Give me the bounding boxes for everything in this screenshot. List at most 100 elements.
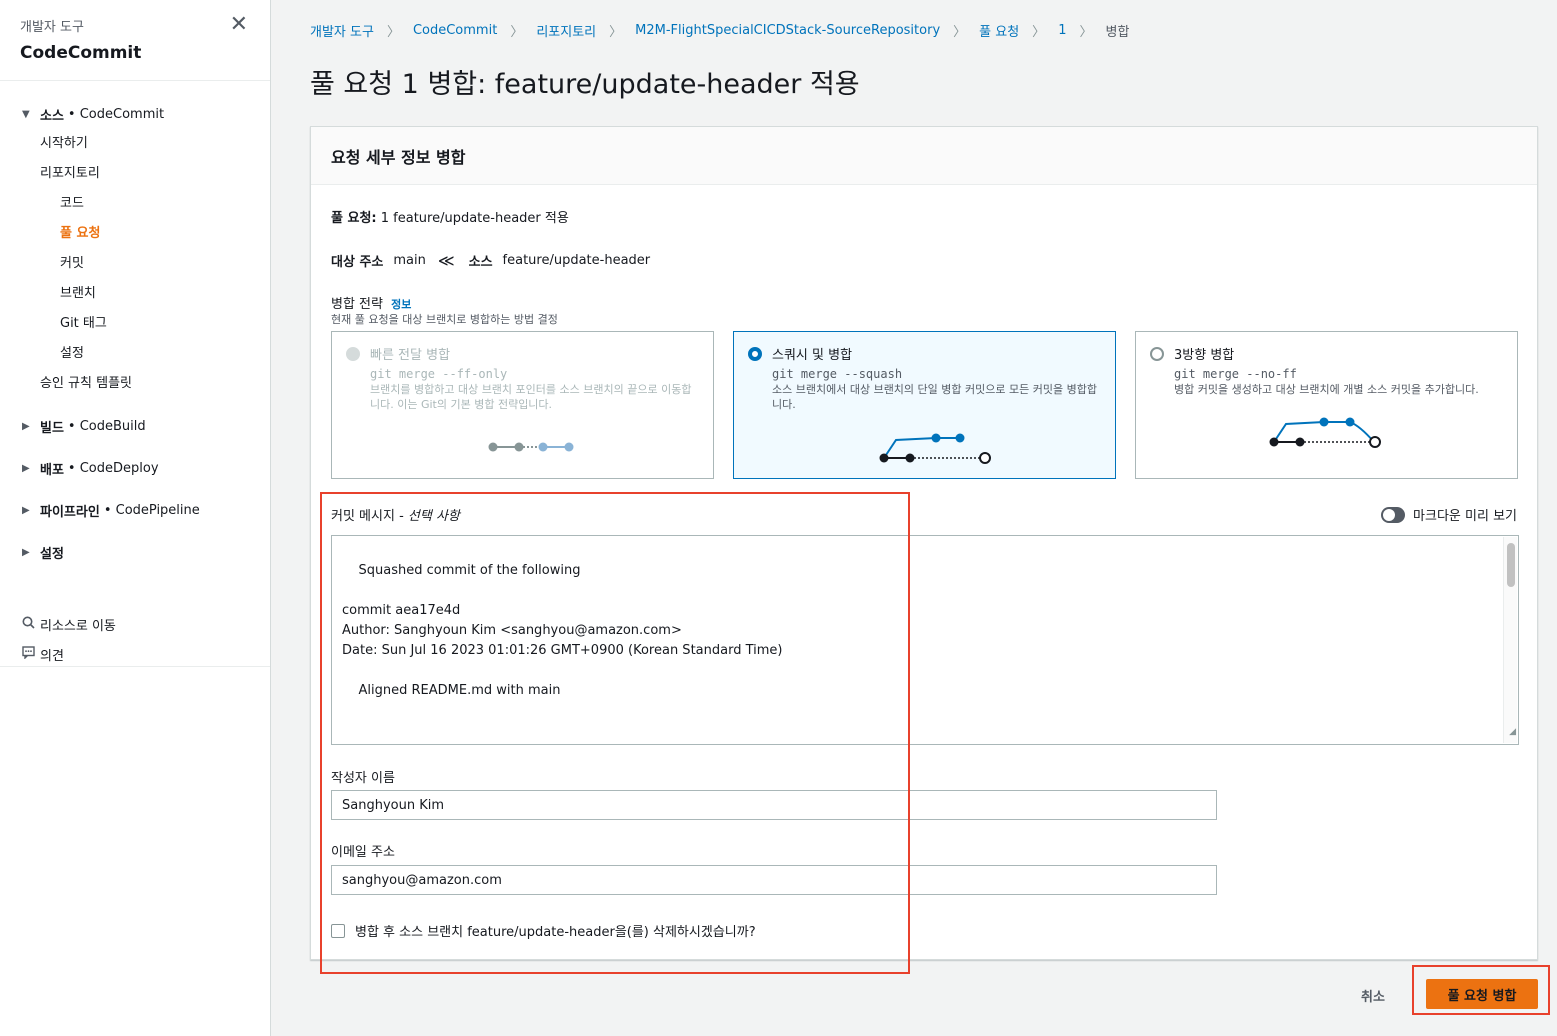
caret-down-icon: ▼ [22,108,30,120]
strategy-title: 3방향 병합 [1174,348,1235,363]
cancel-button[interactable]: 취소 [1346,980,1400,1010]
pull-request-value: 1 feature/update-header 적용 [380,211,569,226]
email-label: 이메일 주소 [331,845,395,860]
section-prefix: 배포 [40,462,64,478]
source-value: feature/update-header [502,253,651,268]
strategy-title: 빠른 전달 병합 [370,348,451,363]
sidebar-title[interactable]: CodeCommit [20,43,250,63]
caret-right-icon: ▶ [22,546,30,558]
panel-header: 요청 세부 정보 병합 [311,127,1537,185]
sidebar-item-approval-templates[interactable]: 승인 규칙 템플릿 [0,369,270,399]
info-link[interactable]: 정보 [391,298,411,311]
sidebar-item-repositories[interactable]: 리포지토리 [0,159,270,189]
section-prefix: 설정 [40,546,64,562]
caret-right-icon: ▶ [22,504,30,516]
sidebar-item-settings[interactable]: 설정 [0,339,270,369]
breadcrumb-codecommit[interactable]: CodeCommit [413,23,497,38]
commit-message-label: 커밋 메시지 - 선택 사항 [331,505,460,524]
fast-forward-diagram-icon [488,442,574,452]
strategy-description: 브랜치를 병합하고 대상 브랜치 포인터를 소스 브랜치의 끝으로 이동합니다.… [370,383,692,411]
chevron-right-icon: 〉 [1032,24,1046,40]
strategy-command: git merge --squash [772,367,903,381]
section-service: • CodeCommit [67,106,165,122]
delete-branch-checkbox[interactable] [331,923,345,938]
go-to-resource-link[interactable]: 리소스로 이동 [0,609,270,639]
divider [0,666,270,667]
merge-strategy-label: 병합 전략 정보 [331,293,411,312]
destination-value: main [393,253,426,268]
sidebar-section-source[interactable]: ▼ 소스 • CodeCommit [0,99,270,129]
panel-heading: 요청 세부 정보 병합 [331,147,466,167]
author-name-input[interactable]: Sanghyoun Kim [331,790,1217,820]
sidebar-item-pull-requests[interactable]: 풀 요청 [0,219,270,249]
merge-strategy-description: 현재 풀 요청을 대상 브랜치로 병합하는 방법 결정 [331,313,558,326]
sidebar-item-code[interactable]: 코드 [0,189,270,219]
delete-branch-label: 병합 후 소스 브랜치 feature/update-header을(를) 삭제… [355,925,756,940]
toggle-switch[interactable] [1381,506,1406,523]
go-to-resource-label: 리소스로 이동 [40,618,116,634]
pull-request-row: 풀 요청: 1 feature/update-header 적용 [331,207,569,226]
strategy-description: 소스 브랜치에서 대상 브랜치의 단일 병합 커밋으로 모든 커밋을 병합합니다… [772,383,1097,411]
commit-message-text: Squashed commit of the following commit … [342,563,783,744]
scrollbar-thumb[interactable] [1507,543,1515,587]
strategy-description: 병합 커밋을 생성하고 대상 브랜치에 개별 소스 커밋을 추가합니다. [1174,383,1479,396]
commit-message-textarea[interactable]: Squashed commit of the following commit … [331,535,1519,745]
sidebar-section-build[interactable]: ▶ 빌드 • CodeBuild [0,405,270,447]
strategy-title: 스쿼시 및 병합 [772,348,853,363]
source-label: 소스 [468,255,493,270]
three-way-diagram-icon [1269,417,1381,448]
side-navigation: 개발자 도구 CodeCommit ✕ ▼ 소스 • CodeCommit 시작… [0,0,271,1036]
sidebar-supertitle: 개발자 도구 [20,20,84,35]
delete-source-branch-option[interactable]: 병합 후 소스 브랜치 feature/update-header을(를) 삭제… [331,921,756,940]
strategy-command: git merge --ff-only [370,367,508,381]
commit-label-text: 커밋 메시지 - [331,509,408,524]
branches-row: 대상 주소 main ≪ 소스 feature/update-header [331,251,650,270]
email-input[interactable]: sanghyou@amazon.com [331,865,1217,895]
sidebar-item-git-tags[interactable]: Git 태그 [0,309,270,339]
chevron-right-icon: 〉 [386,24,400,40]
pull-request-label: 풀 요청: [331,211,377,226]
sidebar-item-getting-started[interactable]: 시작하기 [0,129,270,159]
sidebar-item-branches[interactable]: 브랜치 [0,279,270,309]
breadcrumb-repositories[interactable]: 리포지토리 [536,21,596,40]
chevron-right-icon: 〉 [953,24,967,40]
markdown-preview-label: 마크다운 미리 보기 [1413,509,1517,524]
section-service: • CodePipeline [103,502,200,518]
radio-selected-icon[interactable] [748,346,762,361]
section-prefix: 파이프라인 [40,504,100,520]
feedback-link[interactable]: 의견 [0,639,270,669]
breadcrumb-pull-requests[interactable]: 풀 요청 [979,21,1019,40]
strategy-label-text: 병합 전략 [331,297,383,312]
sidebar-section-deploy[interactable]: ▶ 배포 • CodeDeploy [0,447,270,489]
breadcrumb: 개발자 도구 〉 CodeCommit 〉 리포지토리 〉 M2M-Flight… [310,20,1129,40]
chevron-right-icon: 〉 [1079,24,1093,40]
sidebar-item-commits[interactable]: 커밋 [0,249,270,279]
feedback-label: 의견 [40,648,64,664]
breadcrumb-current: 병합 [1105,24,1130,40]
chevron-right-icon: 〉 [609,24,623,40]
destination-label: 대상 주소 [331,255,384,270]
section-service: • CodeBuild [67,418,146,434]
sidebar-section-pipeline[interactable]: ▶ 파이프라인 • CodePipeline [0,489,270,531]
strategy-squash-tile[interactable]: 스쿼시 및 병합 git merge --squash 소스 브랜치에서 대상 … [733,331,1116,479]
sidebar-section-settings[interactable]: ▶ 설정 [0,531,270,573]
section-prefix: 빌드 [40,420,64,436]
merge-pull-request-button[interactable]: 풀 요청 병합 [1426,979,1538,1009]
breadcrumb-pr-number[interactable]: 1 [1058,23,1066,38]
chevron-right-icon: 〉 [510,24,524,40]
resize-handle-icon[interactable]: ◢ [1509,722,1516,742]
breadcrumb-repository[interactable]: M2M-FlightSpecialCICDStack-SourceReposit… [635,23,940,38]
strategy-fast-forward-tile: 빠른 전달 병합 git merge --ff-only 브랜치를 병합하고 대… [331,331,714,479]
squash-diagram-icon [879,433,991,464]
scrollbar[interactable] [1503,537,1517,743]
strategy-command: git merge --no-ff [1174,367,1297,381]
markdown-preview-toggle[interactable]: 마크다운 미리 보기 [1381,505,1517,524]
caret-right-icon: ▶ [22,462,30,474]
caret-right-icon: ▶ [22,420,30,432]
radio-unselected-icon[interactable] [1150,346,1164,361]
optional-label: 선택 사항 [407,509,460,524]
strategy-three-way-tile[interactable]: 3방향 병합 git merge --no-ff 병합 커밋을 생성하고 대상 … [1135,331,1518,479]
breadcrumb-developer-tools[interactable]: 개발자 도구 [310,21,374,40]
sidebar-header: 개발자 도구 CodeCommit ✕ [0,0,270,81]
close-icon[interactable]: ✕ [230,14,248,36]
